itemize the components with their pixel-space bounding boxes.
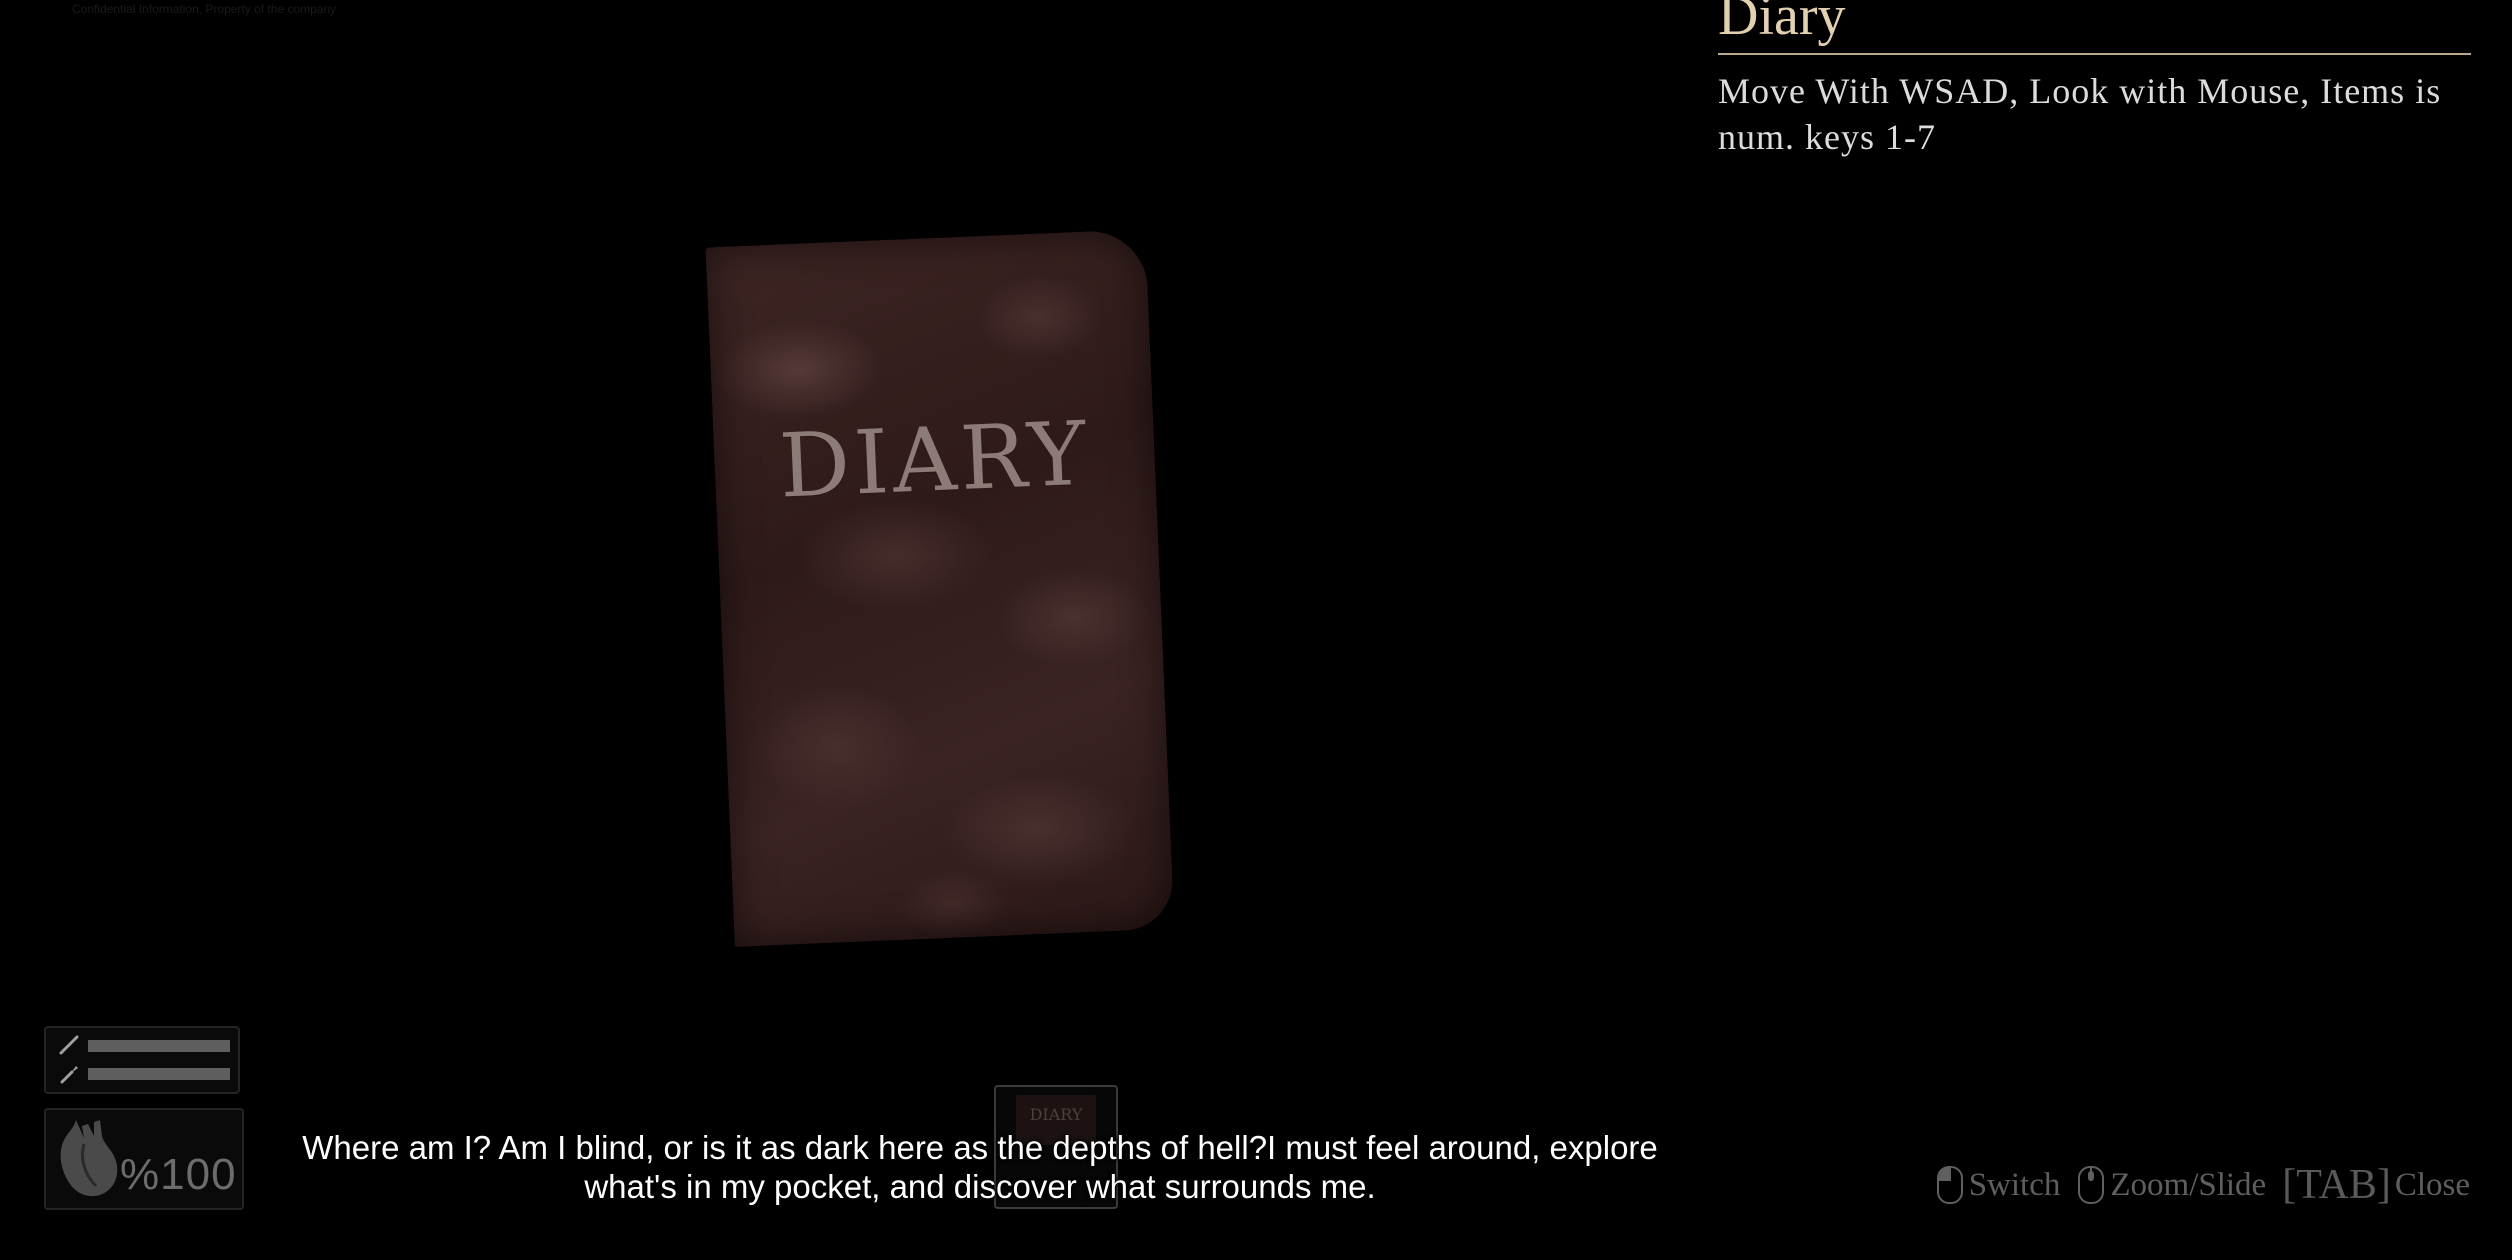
health-value: %100 [120,1150,237,1199]
lighter-level-bar [88,1068,230,1080]
title-divider [1718,53,2471,55]
item-title: Diary [1718,0,1846,47]
tool-row-pencil [54,1034,234,1056]
corner-note: Confidential Information, Property of th… [72,2,337,16]
subtitle-text: Where am I? Am I blind, or is it as dark… [302,1129,1658,1205]
tool-row-lighter [54,1062,234,1084]
zoom-hint: Zoom/Slide [2076,1165,2266,1205]
heart-icon [54,1114,124,1204]
switch-label: Switch [1968,1166,2061,1203]
thumb-label: DIARY [1029,1105,1083,1124]
tab-key: [TAB] [2282,1162,2391,1208]
book-cover-title: DIARY [777,401,1092,518]
lighter-icon [58,1062,80,1084]
diary-book[interactable]: DIARY [705,229,1175,947]
close-hint[interactable]: [TAB] Close [2282,1161,2470,1209]
tool-status-panel [44,1026,240,1094]
zoom-label: Zoom/Slide [2110,1166,2267,1203]
switch-hint: Switch [1935,1165,2061,1205]
item-description: Move With WSAD, Look with Mouse, Items i… [1718,71,2442,157]
pencil-level-fill [88,1040,230,1052]
pencil-icon [58,1034,80,1056]
close-label: Close [2394,1166,2470,1203]
pencil-level-bar [88,1040,230,1052]
mouse-scroll-icon [2076,1165,2106,1205]
control-hints: Switch Zoom/Slide [TAB] Close [1935,1160,2470,1210]
mouse-left-click-icon [1935,1165,1965,1205]
lighter-level-fill [88,1068,230,1080]
item-viewer[interactable]: DIARY [700,220,1220,960]
health-panel: %100 [44,1108,244,1210]
